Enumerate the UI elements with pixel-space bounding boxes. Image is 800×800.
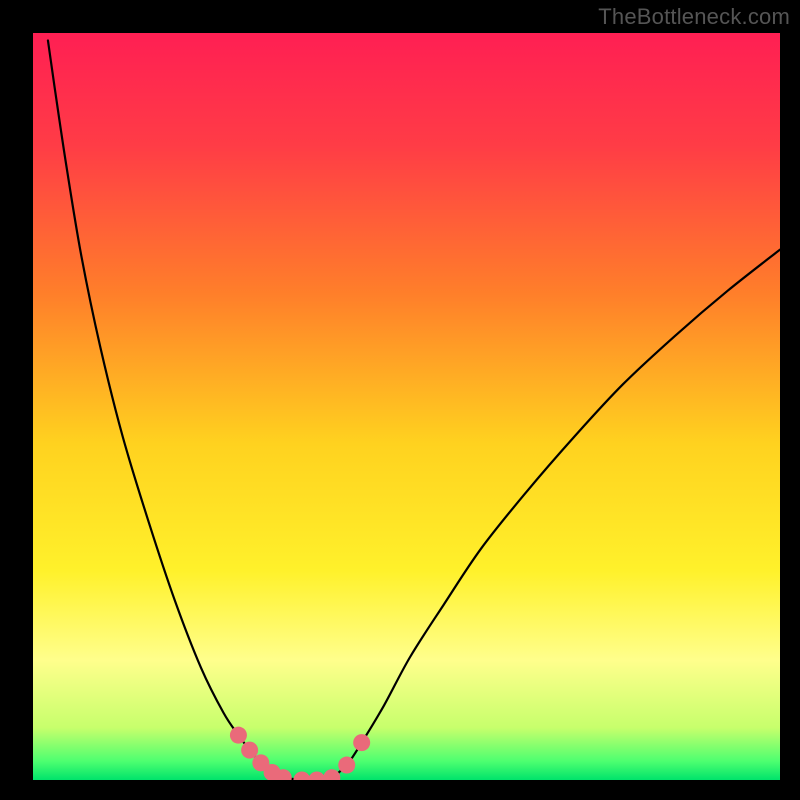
marker-point — [275, 769, 292, 786]
marker-point — [353, 734, 370, 751]
chart-svg — [0, 0, 800, 800]
marker-point — [308, 772, 325, 789]
watermark-text: TheBottleneck.com — [598, 4, 790, 30]
marker-point — [230, 727, 247, 744]
plot-background — [33, 33, 780, 780]
marker-point — [323, 769, 340, 786]
marker-point — [241, 742, 258, 759]
marker-point — [293, 772, 310, 789]
chart-frame: TheBottleneck.com — [0, 0, 800, 800]
marker-point — [338, 757, 355, 774]
